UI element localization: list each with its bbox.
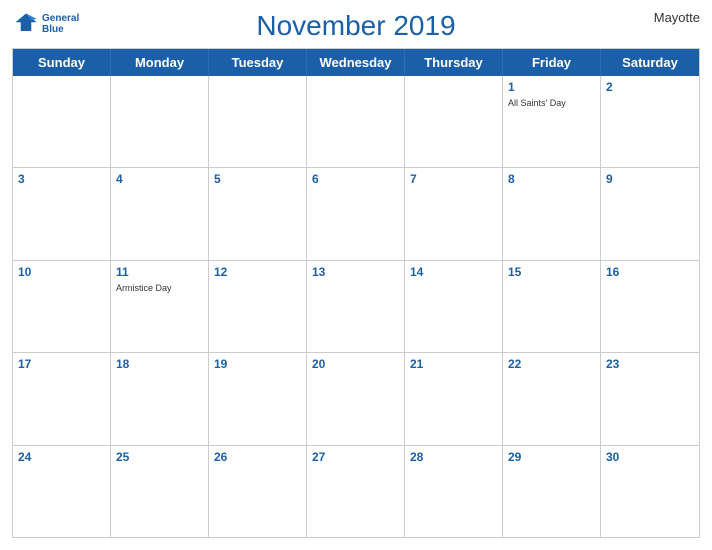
logo-text: General Blue [42, 13, 79, 35]
day-cell [405, 76, 503, 167]
week-row-3: 17 18 19 20 21 22 23 [13, 352, 699, 444]
day-number: 23 [606, 356, 694, 373]
day-headers-row: Sunday Monday Tuesday Wednesday Thursday… [13, 49, 699, 76]
day-number: 16 [606, 264, 694, 281]
day-number: 12 [214, 264, 301, 281]
week-row-1: 3456789 [13, 167, 699, 259]
day-number: 1 [508, 79, 595, 96]
day-cell [13, 76, 111, 167]
day-cell: 9 [601, 168, 699, 259]
day-number: 26 [214, 449, 301, 466]
day-number: 27 [312, 449, 399, 466]
header-thursday: Thursday [405, 49, 503, 76]
day-number: 5 [214, 171, 301, 188]
day-cell: 11 Armistice Day [111, 261, 209, 352]
weeks-container: 1All Saints' Day234567891011Armistice Da… [13, 76, 699, 537]
day-number: 9 [606, 171, 694, 188]
header-monday: Monday [111, 49, 209, 76]
region-label: Mayotte [654, 10, 700, 25]
day-cell: 5 [209, 168, 307, 259]
day-cell [111, 76, 209, 167]
day-cell: 19 [209, 353, 307, 444]
day-number: 6 [312, 171, 399, 188]
day-number: 18 [116, 356, 203, 373]
day-cell: 16 [601, 261, 699, 352]
day-cell: 25 [111, 446, 209, 537]
day-cell: 4 [111, 168, 209, 259]
day-cell: 26 [209, 446, 307, 537]
header-tuesday: Tuesday [209, 49, 307, 76]
event-label: Armistice Day [116, 283, 203, 295]
day-cell: 15 [503, 261, 601, 352]
header-wednesday: Wednesday [307, 49, 405, 76]
day-number: 7 [410, 171, 497, 188]
day-number: 21 [410, 356, 497, 373]
day-cell: 30 [601, 446, 699, 537]
day-number: 13 [312, 264, 399, 281]
day-cell: 6 [307, 168, 405, 259]
day-cell: 24 [13, 446, 111, 537]
week-row-2: 10 11 Armistice Day 12 13 14 15 16 [13, 260, 699, 352]
day-number: 17 [18, 356, 105, 373]
header-friday: Friday [503, 49, 601, 76]
calendar-grid: Sunday Monday Tuesday Wednesday Thursday… [12, 48, 700, 538]
day-cell: 10 [13, 261, 111, 352]
event-label: All Saints' Day [508, 98, 595, 110]
day-number: 24 [18, 449, 105, 466]
day-cell: 7 [405, 168, 503, 259]
week-row-0: 1 All Saints' Day 2 [13, 76, 699, 167]
calendar-title: November 2019 [256, 10, 455, 42]
day-number: 30 [606, 449, 694, 466]
day-number: 15 [508, 264, 595, 281]
day-cell: 13 [307, 261, 405, 352]
day-cell: 17 [13, 353, 111, 444]
day-cell: 12 [209, 261, 307, 352]
day-number: 3 [18, 171, 105, 188]
day-number: 14 [410, 264, 497, 281]
day-number: 8 [508, 171, 595, 188]
day-number: 10 [18, 264, 105, 281]
day-cell [209, 76, 307, 167]
day-cell: 23 [601, 353, 699, 444]
day-cell: 2 [601, 76, 699, 167]
logo-icon [12, 10, 40, 38]
day-cell: 8 [503, 168, 601, 259]
day-number: 28 [410, 449, 497, 466]
logo: General Blue [12, 10, 79, 38]
day-number: 11 [116, 264, 203, 281]
day-cell: 21 [405, 353, 503, 444]
day-cell: 27 [307, 446, 405, 537]
day-number: 2 [606, 79, 694, 96]
day-number: 25 [116, 449, 203, 466]
day-cell [307, 76, 405, 167]
header-saturday: Saturday [601, 49, 699, 76]
day-number: 20 [312, 356, 399, 373]
day-cell: 22 [503, 353, 601, 444]
day-number: 19 [214, 356, 301, 373]
day-cell: 29 [503, 446, 601, 537]
day-number: 22 [508, 356, 595, 373]
day-cell: 3 [13, 168, 111, 259]
week-row-4: 24 25 26 27 28 29 30 [13, 445, 699, 537]
day-cell: 20 [307, 353, 405, 444]
calendar-container: General Blue November 2019 Mayotte Sunda… [0, 0, 712, 550]
calendar-header: General Blue November 2019 Mayotte [12, 10, 700, 42]
day-number: 29 [508, 449, 595, 466]
day-cell: 14 [405, 261, 503, 352]
day-cell: 28 [405, 446, 503, 537]
day-cell: 1 All Saints' Day [503, 76, 601, 167]
header-sunday: Sunday [13, 49, 111, 76]
day-number: 4 [116, 171, 203, 188]
day-cell: 18 [111, 353, 209, 444]
